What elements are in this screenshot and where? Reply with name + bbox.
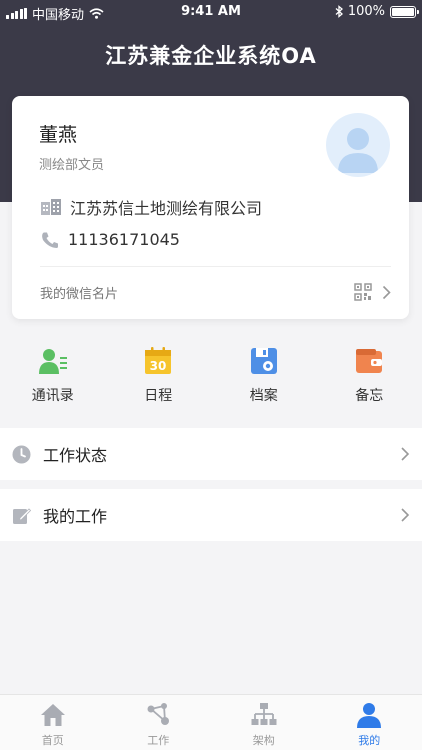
user-department: 测绘部文员 [39,158,105,173]
chevron-right-icon [401,508,410,522]
calendar-icon: 30 [145,347,172,374]
quick-action-label: 日程 [144,388,173,404]
quick-action-memo[interactable]: 备忘 [317,338,422,420]
avatar[interactable] [326,113,390,177]
company-row: 江苏苏信土地测绘有限公司 [40,195,262,219]
svg-text:30: 30 [150,359,167,373]
quick-actions: 通讯录 30 日程 档案 备忘 [0,338,422,420]
status-bar: 中国移动 9:41 AM 100% [0,0,422,24]
tab-structure[interactable]: 架构 [211,695,317,750]
tab-bar: 首页 工作 架构 我的 [0,694,422,750]
building-icon [41,199,61,215]
tab-label: 工作 [147,734,170,747]
person-icon [357,703,382,728]
card-divider [40,266,391,267]
chevron-right-icon [382,285,391,299]
wechat-card-row[interactable]: 我的微信名片 [40,280,391,304]
quick-action-calendar[interactable]: 30 日程 [106,338,212,420]
tab-label: 架构 [252,734,275,747]
tab-label: 我的 [358,734,381,747]
archive-icon [250,348,277,374]
qrcode-icon [354,283,372,301]
menu-item-work-status[interactable]: 工作状态 [0,428,422,480]
bluetooth-icon [335,5,343,18]
contacts-icon [38,349,67,374]
phone-row[interactable]: 11136171045 [40,230,180,249]
quick-action-archive[interactable]: 档案 [211,338,317,420]
clock-icon [12,445,31,464]
profile-card: 董燕 测绘部文员 江苏苏信土地测绘有限公司 11136171045 我的微信名片 [12,96,409,319]
phone-icon [42,232,58,248]
battery-percent: 100% [347,4,385,19]
quick-action-label: 档案 [249,388,278,404]
menu-item-label: 我的工作 [43,507,108,526]
tab-work[interactable]: 工作 [106,695,212,750]
memo-wallet-icon [356,349,383,373]
work-network-icon [147,703,170,725]
phone-number: 11136171045 [68,230,180,249]
tab-home[interactable]: 首页 [0,695,106,750]
app-title: 江苏兼金企业系统OA [105,44,317,68]
avatar-placeholder-icon [338,128,378,173]
home-icon [40,704,65,726]
tab-mine[interactable]: 我的 [317,695,422,750]
user-name: 董燕 [39,124,78,146]
battery-icon [390,5,419,18]
tab-label: 首页 [41,734,64,747]
wechat-card-label: 我的微信名片 [40,286,119,302]
edit-icon [13,508,31,524]
org-structure-icon [251,703,277,725]
chevron-right-icon [401,447,410,461]
quick-action-contacts[interactable]: 通讯录 [0,338,106,420]
company-name: 江苏苏信土地测绘有限公司 [70,199,263,218]
menu-item-label: 工作状态 [43,446,108,465]
quick-action-label: 通讯录 [31,388,74,404]
menu-item-my-work[interactable]: 我的工作 [0,489,422,541]
quick-action-label: 备忘 [355,388,384,404]
